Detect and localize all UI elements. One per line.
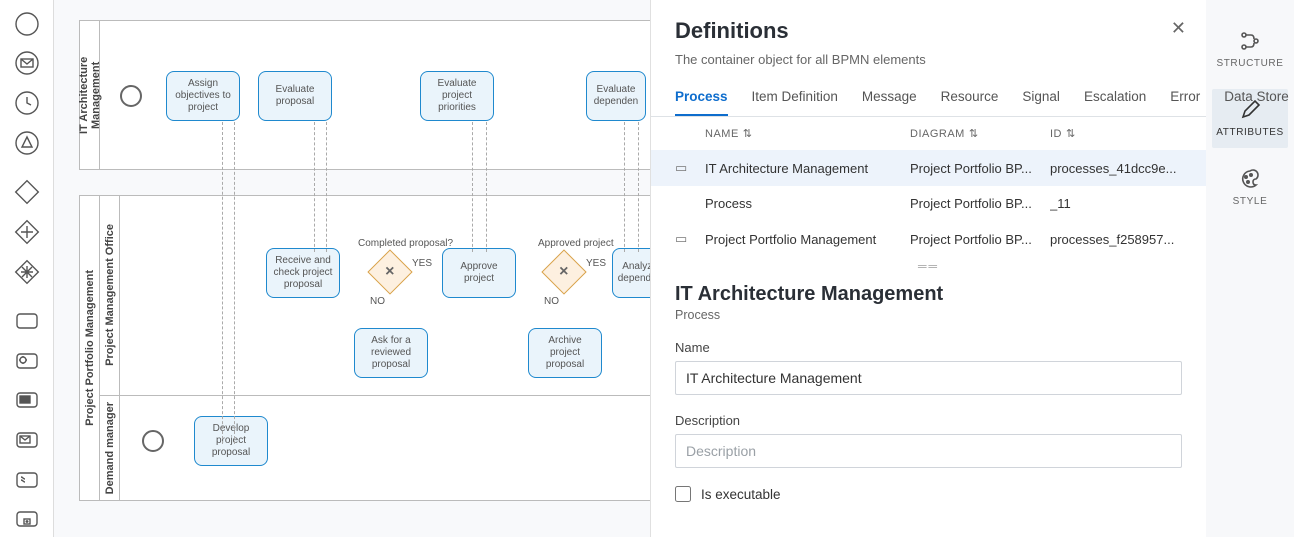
panel-subtitle: The container object for all BPMN elemen…: [675, 52, 1182, 67]
cell-name: IT Architecture Management: [705, 161, 910, 176]
column-header-diagram[interactable]: DIAGRAM⇅: [910, 127, 1050, 140]
process-table: NAME⇅ DIAGRAM⇅ ID⇅ ▭ IT Architecture Man…: [651, 117, 1206, 257]
task-archive[interactable]: Archive project proposal: [528, 328, 602, 378]
message-flow: [638, 122, 639, 252]
palette-signal-event[interactable]: [9, 125, 45, 161]
task-receive[interactable]: Receive and check project proposal: [266, 248, 340, 298]
tab-error[interactable]: Error: [1170, 89, 1200, 116]
message-flow: [486, 122, 487, 252]
properties-panel: ✕ Definitions The container object for a…: [650, 0, 1206, 537]
shape-palette: [0, 0, 54, 537]
start-event[interactable]: [142, 430, 164, 452]
diagram-canvas[interactable]: IT Architecture Management Assign object…: [54, 0, 650, 537]
palette-start-event[interactable]: [9, 6, 45, 42]
palette-receive-task[interactable]: [9, 422, 45, 458]
pool-title: Project Portfolio Management: [84, 270, 96, 426]
sort-icon: ⇅: [743, 127, 753, 140]
cell-name: Process: [705, 196, 910, 211]
rail-style[interactable]: STYLE: [1212, 158, 1288, 217]
palette-service-task[interactable]: [9, 343, 45, 379]
is-executable-label: Is executable: [701, 487, 781, 502]
column-header-name[interactable]: NAME⇅: [705, 127, 910, 140]
lane-title: Project Management Office: [104, 224, 116, 366]
table-row[interactable]: ▭ Project Portfolio Management Project P…: [651, 221, 1206, 257]
edge-label-no: NO: [370, 296, 385, 307]
branch-icon: [1239, 30, 1261, 52]
palette-script-task[interactable]: [9, 462, 45, 498]
palette-parallel-gateway[interactable]: [9, 214, 45, 250]
palette-gateway[interactable]: [9, 174, 45, 210]
message-flow: [624, 122, 625, 252]
rail-structure[interactable]: STRUCTURE: [1212, 20, 1288, 79]
tab-process[interactable]: Process: [675, 89, 728, 116]
cell-id: processes_f258957...: [1050, 232, 1182, 247]
palette-subprocess[interactable]: [9, 501, 45, 537]
task-approve[interactable]: Approve project: [442, 248, 516, 298]
message-flow: [234, 122, 235, 444]
task-ask[interactable]: Ask for a reviewed proposal: [354, 328, 428, 378]
table-row[interactable]: Process Project Portfolio BP... _11: [651, 186, 1206, 221]
diagram-icon: ▭: [675, 231, 705, 247]
palette-complex-gateway[interactable]: [9, 254, 45, 290]
palette-icon: [1239, 168, 1261, 190]
cell-diagram: Project Portfolio BP...: [910, 196, 1050, 211]
cell-name: Project Portfolio Management: [705, 232, 910, 247]
tab-resource[interactable]: Resource: [941, 89, 999, 116]
tab-escalation[interactable]: Escalation: [1084, 89, 1146, 116]
table-row[interactable]: ▭ IT Architecture Management Project Por…: [651, 150, 1206, 186]
resize-handle[interactable]: ══: [651, 257, 1206, 275]
message-flow: [222, 122, 223, 444]
tab-message[interactable]: Message: [862, 89, 917, 116]
sort-icon: ⇅: [1066, 127, 1076, 140]
cell-diagram: Project Portfolio BP...: [910, 232, 1050, 247]
gateway-approved[interactable]: ×: [541, 249, 586, 294]
task-assign[interactable]: Assign objectives to project: [166, 71, 240, 121]
cell-id: processes_41dcc9e...: [1050, 161, 1182, 176]
task-develop[interactable]: Develop project proposal: [194, 416, 268, 466]
start-event[interactable]: [120, 85, 142, 107]
description-input[interactable]: [675, 434, 1182, 468]
edge-label-no: NO: [544, 296, 559, 307]
name-input[interactable]: [675, 361, 1182, 395]
pool-it-arch[interactable]: IT Architecture Management Assign object…: [79, 20, 650, 170]
tab-item-definition[interactable]: Item Definition: [752, 89, 838, 116]
tab-data-store[interactable]: Data Store: [1224, 89, 1289, 116]
palette-message-event[interactable]: [9, 46, 45, 82]
message-flow: [314, 122, 315, 252]
pool-title: IT Architecture Management: [78, 27, 102, 163]
message-flow: [472, 122, 473, 252]
definition-tabs: Process Item Definition Message Resource…: [651, 75, 1206, 117]
detail-heading: IT Architecture Management: [675, 283, 1182, 306]
gateway-label: Approved project: [538, 238, 614, 249]
task-analyze[interactable]: Analyze dependen: [612, 248, 650, 298]
task-priorities[interactable]: Evaluate project priorities: [420, 71, 494, 121]
lane-title: Demand manager: [104, 402, 116, 494]
diagram-icon: ▭: [675, 160, 705, 176]
task-dependencies[interactable]: Evaluate dependen: [586, 71, 646, 121]
message-flow: [326, 122, 327, 252]
edge-label-yes: YES: [586, 258, 606, 269]
name-label: Name: [675, 340, 1182, 355]
gateway-label: Completed proposal?: [358, 238, 453, 249]
cell-id: _11: [1050, 196, 1182, 211]
detail-kind: Process: [675, 308, 1182, 322]
task-evaluate[interactable]: Evaluate proposal: [258, 71, 332, 121]
side-rail: STRUCTURE ATTRIBUTES STYLE: [1206, 0, 1294, 537]
close-icon[interactable]: ✕: [1171, 18, 1186, 39]
is-executable-input[interactable]: [675, 486, 691, 502]
description-label: Description: [675, 413, 1182, 428]
detail-form: IT Architecture Management Process Name …: [651, 275, 1206, 526]
palette-timer-event[interactable]: [9, 85, 45, 121]
panel-title: Definitions: [675, 18, 1182, 44]
cell-diagram: Project Portfolio BP...: [910, 161, 1050, 176]
is-executable-checkbox[interactable]: Is executable: [675, 486, 1182, 502]
tab-signal[interactable]: Signal: [1022, 89, 1060, 116]
column-header-id[interactable]: ID⇅: [1050, 127, 1182, 140]
pool-ppm[interactable]: Project Portfolio Management Project Man…: [79, 195, 650, 501]
sort-icon: ⇅: [969, 127, 979, 140]
palette-task[interactable]: [9, 303, 45, 339]
palette-send-task[interactable]: [9, 383, 45, 419]
edge-label-yes: YES: [412, 258, 432, 269]
gateway-completed[interactable]: ×: [367, 249, 412, 294]
